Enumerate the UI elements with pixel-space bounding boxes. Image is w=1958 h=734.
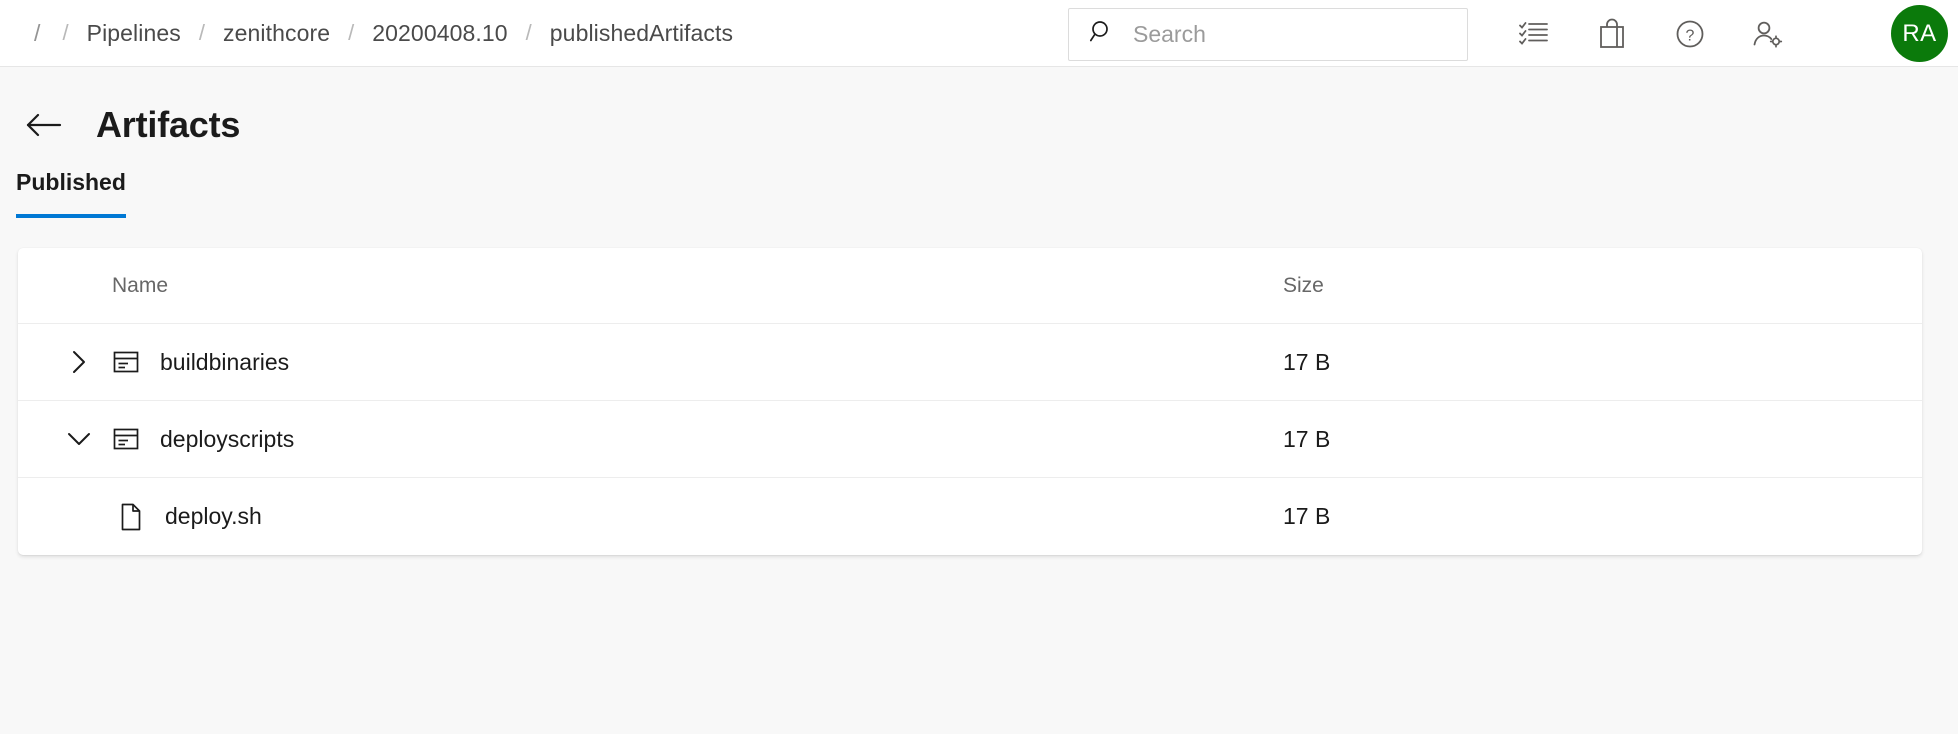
avatar-initials: RA <box>1902 20 1936 48</box>
breadcrumb-separator: / <box>181 20 223 46</box>
breadcrumb-lead-slash: / <box>34 20 45 47</box>
row-label[interactable]: deployscripts <box>160 426 294 453</box>
breadcrumb-item-pipelines[interactable]: Pipelines <box>87 20 181 47</box>
checklist-icon[interactable] <box>1495 0 1573 67</box>
breadcrumb-separator: / <box>45 20 87 46</box>
row-label[interactable]: deploy.sh <box>165 503 262 530</box>
search-box[interactable] <box>1068 8 1468 61</box>
table-row[interactable]: deployscripts 17 B <box>18 401 1922 478</box>
chevron-down-icon[interactable] <box>64 424 94 454</box>
column-header-name-cell: Name <box>64 274 1283 298</box>
svg-text:?: ? <box>1686 27 1695 44</box>
search-icon <box>1089 19 1115 50</box>
artifact-icon <box>112 425 140 453</box>
row-label[interactable]: buildbinaries <box>160 349 289 376</box>
breadcrumb: / / Pipelines / zenithcore / 20200408.10… <box>0 0 733 66</box>
row-name-cell: deploy.sh <box>64 503 1283 531</box>
avatar[interactable]: RA <box>1891 5 1948 62</box>
row-name-cell: buildbinaries <box>64 347 1283 377</box>
header-icon-group: ? <box>1495 0 1807 67</box>
shopping-bag-icon[interactable] <box>1573 0 1651 67</box>
row-name-cell: deployscripts <box>64 424 1283 454</box>
row-size: 17 B <box>1283 503 1330 530</box>
artifacts-table: Name Size b <box>18 248 1922 555</box>
breadcrumb-separator: / <box>330 20 372 46</box>
page-header: Artifacts <box>0 67 1958 139</box>
column-header-size[interactable]: Size <box>1283 274 1324 298</box>
top-header-bar: / / Pipelines / zenithcore / 20200408.10… <box>0 0 1958 67</box>
column-header-name[interactable]: Name <box>112 274 168 298</box>
row-size: 17 B <box>1283 426 1330 453</box>
tab-list: Published <box>0 169 1958 218</box>
breadcrumb-item-build[interactable]: 20200408.10 <box>372 20 507 47</box>
table-row[interactable]: deploy.sh 17 B <box>18 478 1922 555</box>
breadcrumb-separator: / <box>508 20 550 46</box>
page-body: Artifacts Published Name Size <box>0 67 1958 555</box>
tab-published[interactable]: Published <box>16 169 126 218</box>
table-header-row: Name Size <box>18 248 1922 324</box>
breadcrumb-item-project[interactable]: zenithcore <box>223 20 330 47</box>
search-input[interactable] <box>1131 20 1431 49</box>
page-title: Artifacts <box>96 104 240 146</box>
user-settings-icon[interactable] <box>1729 0 1807 67</box>
row-size: 17 B <box>1283 349 1330 376</box>
artifact-icon <box>112 348 140 376</box>
file-icon <box>117 503 145 531</box>
table-row[interactable]: buildbinaries 17 B <box>18 324 1922 401</box>
help-icon[interactable]: ? <box>1651 0 1729 67</box>
tab-published-label: Published <box>16 169 126 195</box>
breadcrumb-item-published-artifacts[interactable]: publishedArtifacts <box>550 20 733 47</box>
chevron-right-icon[interactable] <box>64 347 94 377</box>
arrow-left-icon[interactable] <box>22 103 66 147</box>
